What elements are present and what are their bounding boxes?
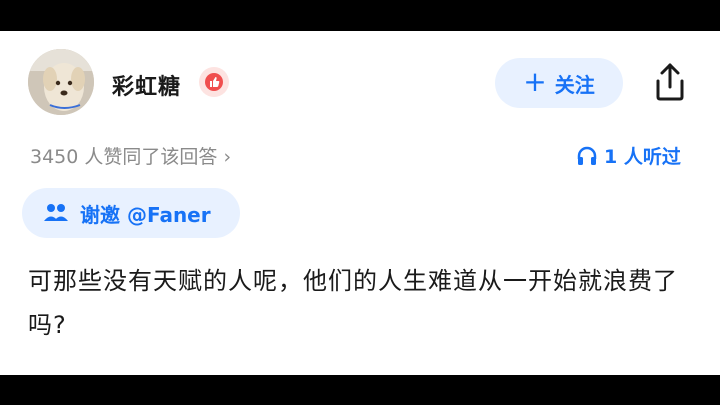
plus-icon: + (523, 64, 547, 98)
answer-card: 彩虹糖 + 关注 3450 人赞同了该回答 › 1 人听过 谢邀 @Faner … (0, 31, 720, 375)
follow-button[interactable]: + 关注 (495, 58, 623, 108)
likes-text: 3450 人赞同了该回答 (30, 146, 218, 168)
avatar[interactable] (28, 49, 94, 115)
invite-tag[interactable]: 谢邀 @Faner (22, 188, 240, 238)
thumbs-up-badge-icon (199, 67, 229, 97)
likes-count[interactable]: 3450 人赞同了该回答 › (30, 142, 231, 169)
answer-text: 可那些没有天赋的人呢，他们的人生难道从一开始就浪费了吗? (28, 267, 678, 339)
listened-count[interactable]: 1 人听过 (576, 142, 681, 169)
listened-text: 1 人听过 (604, 146, 681, 168)
invite-label: 谢邀 @Faner (80, 202, 211, 227)
author-name[interactable]: 彩虹糖 (112, 69, 181, 101)
headphones-icon (577, 146, 597, 165)
follow-button-label: 关注 (554, 72, 595, 97)
share-icon[interactable] (650, 61, 690, 103)
chevron-right-icon: › (223, 146, 232, 168)
invite-icon (44, 204, 68, 221)
letterbox-top (0, 0, 720, 31)
letterbox-bottom (0, 375, 720, 405)
